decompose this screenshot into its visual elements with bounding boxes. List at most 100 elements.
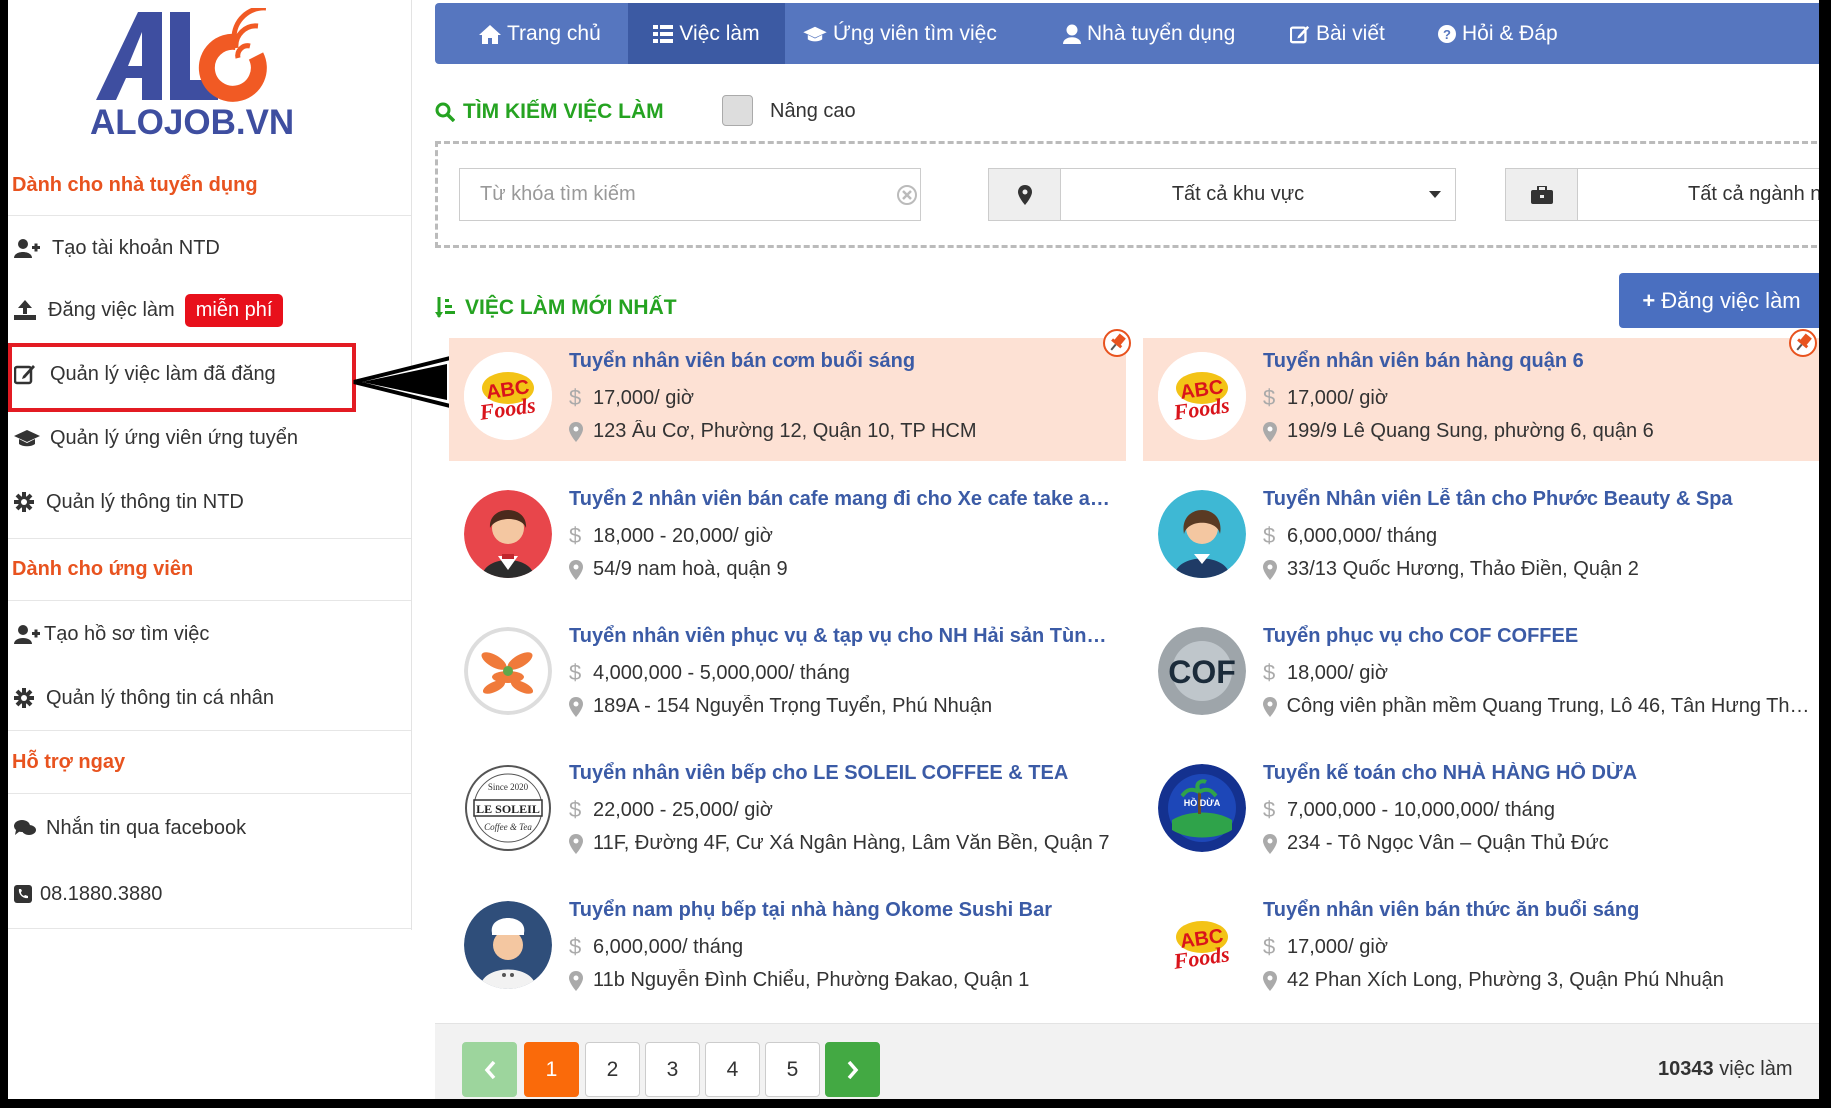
company-logo[interactable] [464, 901, 552, 989]
job-title-link[interactable]: Tuyển phục vụ cho COF COFFEE [1263, 625, 1808, 648]
nav-home[interactable]: Trang chủ [435, 3, 629, 64]
area-select[interactable]: Tất cả khu vực [988, 168, 1456, 221]
nav-qa[interactable]: ? Hỏi & Đáp [1438, 3, 1558, 64]
job-title-link[interactable]: Tuyển nhân viên phục vụ & tạp vụ cho NH … [569, 625, 1114, 648]
sidebar-item-label: Quản lý ứng viên ứng tuyển [50, 426, 299, 449]
sidebar: ALOJOB.VN Dành cho nhà tuyển dụng Tạo tà… [8, 0, 412, 1099]
keyword-search-input[interactable]: Từ khóa tìm kiếm [459, 168, 921, 221]
advanced-checkbox[interactable] [722, 95, 753, 126]
alojob-logo[interactable]: ALOJOB.VN [88, 8, 328, 138]
job-title-link[interactable]: Tuyển nhân viên bán hàng quận 6 [1263, 350, 1808, 373]
page-4-button[interactable]: 4 [705, 1042, 760, 1097]
job-title-link[interactable]: Tuyển nhân viên bán cơm buổi sáng [569, 350, 1114, 373]
sidebar-item-manage-employer-info[interactable]: Quản lý thông tin NTD [12, 482, 244, 522]
sort-amount-icon [435, 297, 457, 319]
pinned-icon [1102, 328, 1132, 358]
company-logo[interactable]: COF [1158, 627, 1246, 715]
svg-text:LE SOLEIL: LE SOLEIL [476, 802, 540, 816]
job-address: 199/9 Lê Quang Sung, phường 6, quận 6 [1263, 420, 1813, 443]
page-1-button[interactable]: 1 [524, 1042, 579, 1097]
next-page-button[interactable] [825, 1042, 880, 1097]
separator [8, 730, 411, 731]
company-logo[interactable]: HỒ DỪA [1158, 764, 1246, 852]
nav-employers[interactable]: Nhà tuyển dụng [1063, 3, 1235, 64]
company-logo[interactable] [464, 627, 552, 715]
job-salary-text: 4,000,000 - 5,000,000/ tháng [593, 661, 850, 684]
page-3-button[interactable]: 3 [645, 1042, 700, 1097]
job-address: 33/13 Quốc Hương, Thảo Điền, Quận 2 [1263, 558, 1813, 581]
total-label: việc làm [1719, 1058, 1793, 1080]
company-logo[interactable] [1158, 490, 1246, 578]
sidebar-item-label: Quản lý thông tin cá nhân [46, 686, 274, 709]
gear-icon [14, 687, 44, 709]
employer-heading: Dành cho nhà tuyển dụng [12, 174, 258, 196]
annotation-highlight-box [8, 343, 356, 412]
job-card[interactable]: Tuyển nam phụ bếp tại nhà hàng Okome Sus… [449, 887, 1126, 1010]
job-title-link[interactable]: Tuyển kế toán cho NHÀ HÀNG HỒ DỪA [1263, 762, 1808, 785]
separator [8, 600, 411, 601]
edit-icon [1290, 24, 1310, 44]
graduation-cap-icon [14, 427, 44, 449]
page-2-button[interactable]: 2 [585, 1042, 640, 1097]
job-address-text: Công viên phần mềm Quang Trung, Lô 46, T… [1286, 695, 1813, 717]
sidebar-item-phone[interactable]: 08.1880.3880 [12, 874, 162, 914]
company-logo[interactable]: ABC Foods [1158, 901, 1246, 989]
sidebar-item-facebook[interactable]: Nhắn tin qua facebook [12, 808, 246, 848]
list-icon [653, 24, 674, 43]
map-marker-icon [569, 559, 593, 580]
sidebar-item-post-job[interactable]: Đăng việc làm miễn phí [12, 290, 284, 330]
separator [8, 215, 411, 216]
job-title-link[interactable]: Tuyển 2 nhân viên bán cafe mang đi cho X… [569, 488, 1114, 511]
job-salary: $4,000,000 - 5,000,000/ tháng [569, 660, 850, 686]
dollar-icon: $ [569, 797, 582, 822]
job-card[interactable]: HỒ DỪA Tuyển kế toán cho NHÀ HÀNG HỒ DỪA $… [1143, 750, 1819, 873]
nav-candidates[interactable]: Ứng viên tìm việc [803, 3, 997, 64]
job-card[interactable]: ABC Foods Tuyển nhân viên bán thức ăn buổi… [1143, 887, 1819, 1010]
job-salary: $7,000,000 - 10,000,000/ tháng [1263, 797, 1555, 823]
job-title-link[interactable]: Tuyển Nhân viên Lễ tân cho Phước Beauty … [1263, 488, 1808, 511]
sidebar-item-manage-applicants[interactable]: Quản lý ứng viên ứng tuyển [12, 418, 298, 458]
sidebar-item-create-cv[interactable]: Tạo hồ sơ tìm việc [12, 614, 209, 654]
job-title-link[interactable]: Tuyển nhân viên bếp cho LE SOLEIL COFFEE… [569, 762, 1114, 785]
nav-articles[interactable]: Bài viết [1290, 3, 1385, 64]
job-salary: $6,000,000/ tháng [1263, 523, 1437, 549]
post-job-label: Đăng việc làm [1661, 287, 1801, 313]
separator [8, 793, 411, 794]
job-address-text: 11F, Đường 4F, Cư Xá Ngân Hàng, Lâm Văn … [593, 832, 1110, 854]
job-title-link[interactable]: Tuyển nhân viên bán thức ăn buổi sáng [1263, 899, 1808, 922]
briefcase-icon [1506, 169, 1578, 220]
company-logo[interactable] [464, 490, 552, 578]
sidebar-item-label: Nhắn tin qua facebook [46, 816, 247, 839]
job-card[interactable]: Since 2020 LE SOLEIL Coffee & Tea Tuyển nhâ… [449, 750, 1126, 873]
question-circle-icon: ? [1438, 24, 1456, 43]
company-logo[interactable]: ABC Foods [464, 352, 552, 440]
job-address-text: 189A - 154 Nguyễn Trọng Tuyển, Phú Nhuận [593, 695, 993, 717]
nav-label: Trang chủ [507, 21, 601, 45]
job-card[interactable]: COF Tuyển phục vụ cho COF COFFEE $18,000/ … [1143, 613, 1819, 736]
post-job-button[interactable]: + Đăng việc làm [1619, 273, 1819, 328]
prev-page-button[interactable] [462, 1042, 517, 1097]
job-card[interactable]: ABC Foods Tuyển nhân viên bán hàng quận 6 $… [1143, 338, 1819, 461]
company-logo[interactable]: ABC Foods [1158, 352, 1246, 440]
sidebar-item-manage-personal-info[interactable]: Quản lý thông tin cá nhân [12, 678, 274, 718]
nav-jobs[interactable]: Việc làm [628, 3, 785, 64]
job-title-link[interactable]: Tuyển nam phụ bếp tại nhà hàng Okome Sus… [569, 899, 1114, 922]
chevron-left-icon [484, 1060, 495, 1079]
clear-icon[interactable] [896, 184, 918, 206]
job-card[interactable]: Tuyển 2 nhân viên bán cafe mang đi cho X… [449, 476, 1126, 599]
page-5-button[interactable]: 5 [765, 1042, 820, 1097]
job-card[interactable]: Tuyển Nhân viên Lễ tân cho Phước Beauty … [1143, 476, 1819, 599]
main-nav: Trang chủ Việc làm Ứng viên tìm việc Nhà… [435, 3, 1819, 64]
job-salary: $18,000/ giờ [1263, 660, 1388, 686]
map-marker-icon [569, 696, 593, 717]
job-card[interactable]: Tuyển nhân viên phục vụ & tạp vụ cho NH … [449, 613, 1126, 736]
upload-icon [14, 299, 44, 321]
industry-select[interactable]: Tất cả ngành ng [1505, 168, 1819, 221]
sidebar-item-create-account[interactable]: Tạo tài khoản NTD [12, 228, 220, 268]
map-marker-icon [1263, 421, 1287, 442]
map-marker-icon [1263, 970, 1287, 991]
company-logo[interactable]: Since 2020 LE SOLEIL Coffee & Tea [464, 764, 552, 852]
job-address-text: 123 Âu Cơ, Phường 12, Quận 10, TP HCM [593, 420, 977, 442]
area-select-value: Tất cả khu vực [1171, 183, 1305, 205]
job-card[interactable]: ABC Foods Tuyển nhân viên bán cơm buổi sán… [449, 338, 1126, 461]
